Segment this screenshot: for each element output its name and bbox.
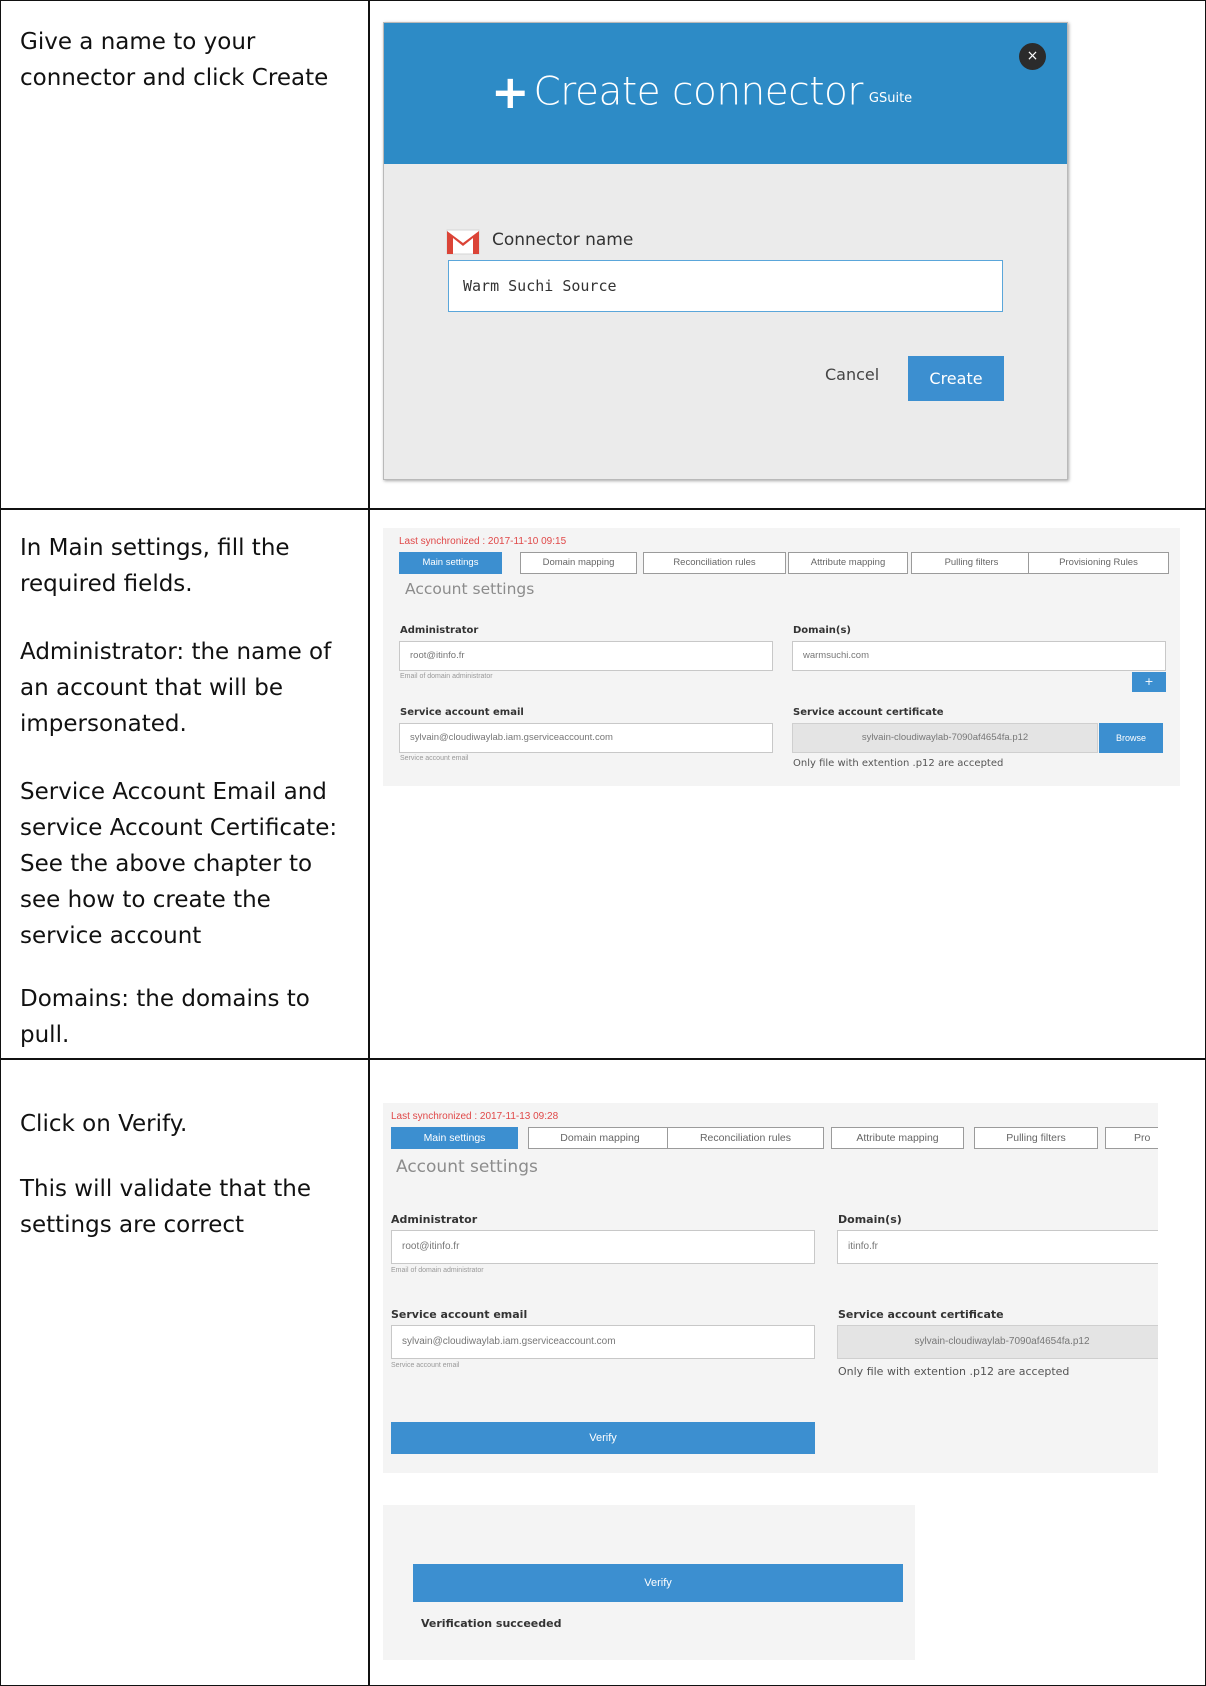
tab-reconciliation-rules[interactable]: Reconciliation rules xyxy=(667,1127,824,1149)
tab-provisioning-rules[interactable]: Provisioning Rules xyxy=(1028,552,1169,574)
dialog-title: + Create connector GSuite xyxy=(491,69,912,115)
row2-instruction-1: In Main settings, fill the required fiel… xyxy=(20,535,290,597)
tab-pulling-filters[interactable]: Pulling filters xyxy=(974,1127,1098,1149)
main-settings-panel: Last synchronized : 2017-11-10 09:15 Mai… xyxy=(383,528,1180,786)
row2-instruction-4: Domains: the domains to pull. xyxy=(20,986,310,1048)
administrator-label: Administrator xyxy=(391,1213,478,1226)
verify-button[interactable]: Verify xyxy=(413,1564,903,1602)
service-account-email-label: Service account email xyxy=(400,707,524,718)
account-settings-title: Account settings xyxy=(396,1157,538,1177)
certificate-note: Only file with extention .p12 are accept… xyxy=(793,758,1004,769)
create-connector-dialog: + Create connector GSuite × Connector name… xyxy=(383,22,1068,480)
tab-domain-mapping[interactable]: Domain mapping xyxy=(528,1127,672,1149)
last-synchronized: Last synchronized : 2017-11-10 09:15 xyxy=(399,536,567,547)
row2-instruction-2: Administrator: the name of an account th… xyxy=(20,639,332,737)
service-account-email-label: Service account email xyxy=(391,1308,528,1321)
gmail-icon xyxy=(446,229,480,255)
service-account-email-hint: Service account email xyxy=(400,755,469,762)
row3-instruction-cell xyxy=(0,1058,370,1686)
cancel-button[interactable]: Cancel xyxy=(825,365,879,384)
add-domain-button[interactable]: + xyxy=(1132,672,1166,692)
service-account-email-hint: Service account email xyxy=(391,1362,460,1369)
administrator-label: Administrator xyxy=(400,625,479,636)
service-account-certificate-label: Service account certificate xyxy=(838,1308,1004,1321)
verify-button[interactable]: Verify xyxy=(391,1422,815,1454)
row3-instruction-1: Click on Verify. xyxy=(20,1111,188,1137)
dialog-title-text: Create connector xyxy=(533,69,864,115)
administrator-hint: Email of domain administrator xyxy=(391,1267,484,1274)
service-account-email-input[interactable]: sylvain@cloudiwaylab.iam.gserviceaccount… xyxy=(391,1325,815,1359)
verify-settings-panel: Last synchronized : 2017-11-13 09:28 Mai… xyxy=(383,1103,1158,1473)
tab-reconciliation-rules[interactable]: Reconciliation rules xyxy=(643,552,786,574)
last-synchronized: Last synchronized : 2017-11-13 09:28 xyxy=(391,1111,559,1122)
tab-domain-mapping[interactable]: Domain mapping xyxy=(520,552,637,574)
domains-label: Domain(s) xyxy=(793,625,851,636)
row1-instruction: Give a name to your connector and click … xyxy=(20,29,329,91)
row2-instruction-3: Service Account Email and service Accoun… xyxy=(20,779,338,949)
verification-status: Verification succeeded xyxy=(421,1617,562,1630)
tab-attribute-mapping[interactable]: Attribute mapping xyxy=(831,1127,964,1149)
tab-pulling-filters[interactable]: Pulling filters xyxy=(911,552,1032,574)
dialog-header: + Create connector GSuite × xyxy=(384,23,1067,164)
service-account-email-input[interactable]: sylvain@cloudiwaylab.iam.gserviceaccount… xyxy=(399,723,773,753)
connector-name-input[interactable]: Warm Suchi Source xyxy=(448,260,1003,312)
close-icon[interactable]: × xyxy=(1019,43,1046,70)
administrator-hint: Email of domain administrator xyxy=(400,673,493,680)
administrator-input[interactable]: root@itinfo.fr xyxy=(399,641,773,671)
row3-instruction-2: This will validate that the settings are… xyxy=(20,1176,312,1238)
connector-name-label: Connector name xyxy=(492,230,634,250)
verification-result-panel: Verify Verification succeeded xyxy=(383,1505,915,1660)
service-account-certificate-label: Service account certificate xyxy=(793,707,944,718)
certificate-file-field[interactable]: sylvain-cloudiwaylab-7090af4654fa.p12 xyxy=(792,723,1098,753)
domains-input[interactable]: itinfo.fr xyxy=(837,1230,1158,1264)
account-settings-title: Account settings xyxy=(405,580,535,598)
domains-label: Domain(s) xyxy=(838,1213,902,1226)
browse-button[interactable]: Browse xyxy=(1099,723,1163,753)
tab-main-settings[interactable]: Main settings xyxy=(391,1127,518,1149)
certificate-file-field[interactable]: sylvain-cloudiwaylab-7090af4654fa.p12 xyxy=(837,1325,1158,1359)
domains-input[interactable]: warmsuchi.com xyxy=(792,641,1166,671)
tab-attribute-mapping[interactable]: Attribute mapping xyxy=(788,552,908,574)
create-button[interactable]: Create xyxy=(908,356,1004,401)
administrator-input[interactable]: root@itinfo.fr xyxy=(391,1230,815,1264)
dialog-subtitle: GSuite xyxy=(868,90,913,106)
tab-provisioning-rules[interactable]: Pro xyxy=(1105,1127,1158,1149)
certificate-note: Only file with extention .p12 are accept… xyxy=(838,1365,1070,1378)
tab-main-settings[interactable]: Main settings xyxy=(399,552,502,574)
plus-icon: + xyxy=(491,65,530,119)
